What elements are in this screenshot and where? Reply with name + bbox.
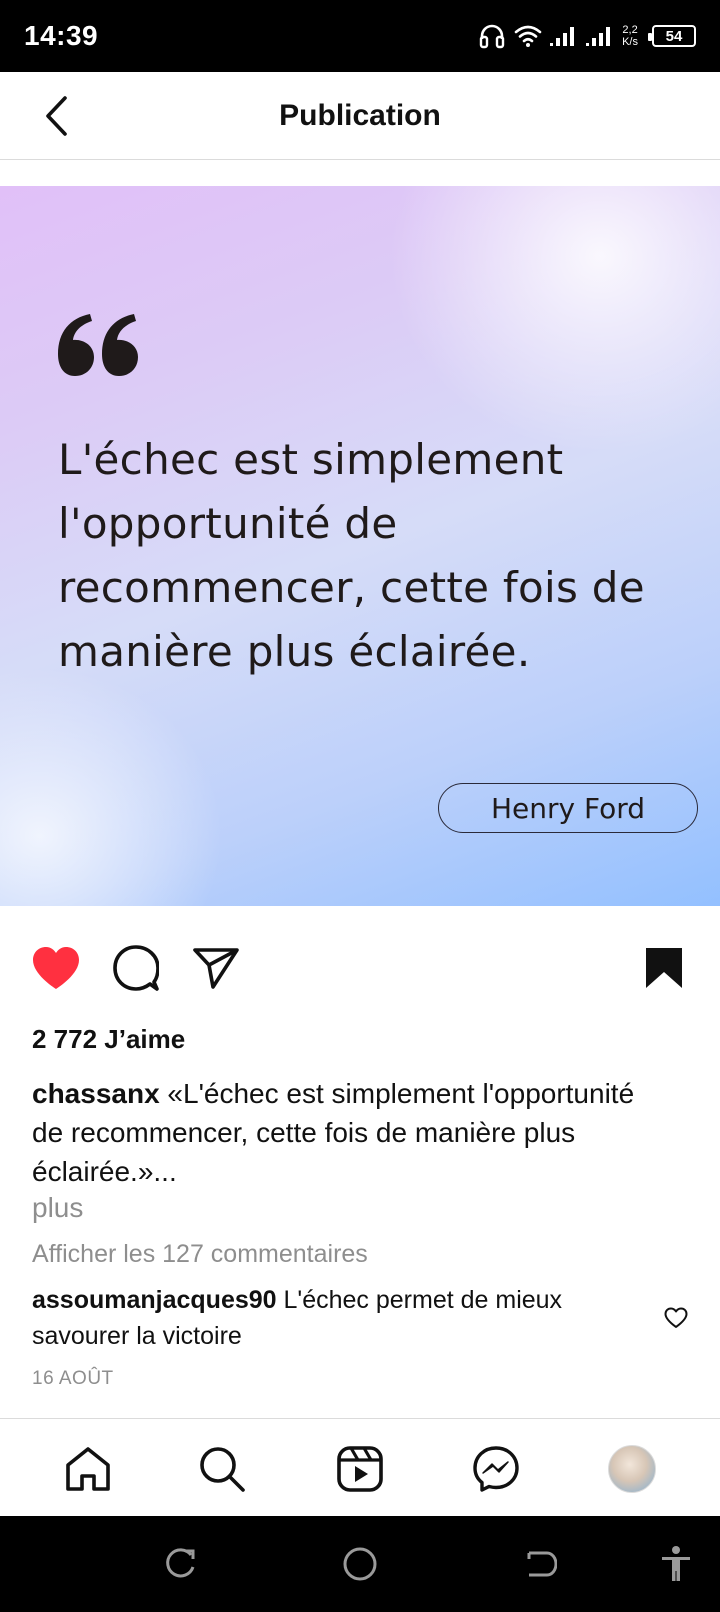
headphones-icon <box>479 24 505 49</box>
battery-indicator: 54 <box>648 25 696 47</box>
nav-profile[interactable] <box>604 1441 660 1497</box>
nav-reels[interactable] <box>332 1441 388 1497</box>
share-button[interactable] <box>188 940 244 996</box>
bookmark-filled-icon <box>646 948 682 988</box>
quote-author: Henry Ford <box>438 783 698 833</box>
post-date: 16 AOÛT <box>32 1368 114 1389</box>
accessibility-button[interactable] <box>654 1542 698 1586</box>
status-time: 14:39 <box>24 20 99 51</box>
view-comments-link[interactable]: Afficher les 127 commentaires <box>32 1240 368 1269</box>
comment-icon <box>113 945 159 991</box>
nav-home[interactable] <box>60 1441 116 1497</box>
home-icon <box>66 1447 110 1491</box>
network-speed-value: 2,2 <box>622 24 638 36</box>
back-icon <box>527 1551 557 1577</box>
status-icons: 2,2 K/s 54 <box>478 20 696 52</box>
heart-outline-icon <box>664 1307 688 1328</box>
post-actions <box>0 940 720 996</box>
system-nav-bar <box>0 1516 720 1612</box>
nav-messenger[interactable] <box>468 1441 524 1497</box>
post-caption: chassanx «L'échec est simplement l'oppor… <box>32 1074 672 1191</box>
accessibility-icon <box>662 1546 690 1581</box>
send-icon <box>193 948 239 989</box>
messenger-icon <box>473 1446 519 1492</box>
nav-search[interactable] <box>194 1441 250 1497</box>
heart-filled-icon <box>33 947 79 989</box>
comment-username[interactable]: assoumanjacques90 <box>32 1286 277 1314</box>
like-button[interactable] <box>28 940 84 996</box>
home-circle-icon <box>343 1547 377 1581</box>
app-header: Publication <box>0 72 720 160</box>
signal-icon <box>550 27 575 46</box>
search-icon <box>200 1447 245 1492</box>
network-speed-unit: K/s <box>622 36 638 48</box>
post-image[interactable]: L'échec est simplement l'opportunité de … <box>0 186 720 906</box>
network-speed: 2,2 K/s <box>622 24 638 48</box>
reels-icon <box>337 1446 383 1492</box>
recents-icon <box>166 1548 195 1578</box>
save-button[interactable] <box>636 940 692 996</box>
status-bar: 14:39 2,2 K/s 54 <box>0 0 720 72</box>
home-system-button[interactable] <box>338 1542 382 1586</box>
caption-username[interactable]: chassanx <box>32 1078 160 1109</box>
page-title: Publication <box>279 99 441 132</box>
signal-icon-2 <box>586 27 611 46</box>
recents-button[interactable] <box>158 1542 202 1586</box>
top-comment: assoumanjacques90 L'échec permet de mieu… <box>32 1282 632 1354</box>
back-system-button[interactable] <box>518 1542 562 1586</box>
quote-text: L'échec est simplement l'opportunité de … <box>58 435 645 676</box>
more-link[interactable]: plus <box>32 1192 83 1224</box>
wifi-icon <box>514 25 542 47</box>
quote-mark-icon <box>58 314 138 376</box>
comment-button[interactable] <box>108 940 164 996</box>
bottom-nav <box>0 1418 720 1516</box>
profile-avatar <box>608 1445 656 1493</box>
likes-count[interactable]: 2 772 J’aime <box>32 1024 185 1055</box>
comment-like-button[interactable] <box>660 1302 692 1334</box>
